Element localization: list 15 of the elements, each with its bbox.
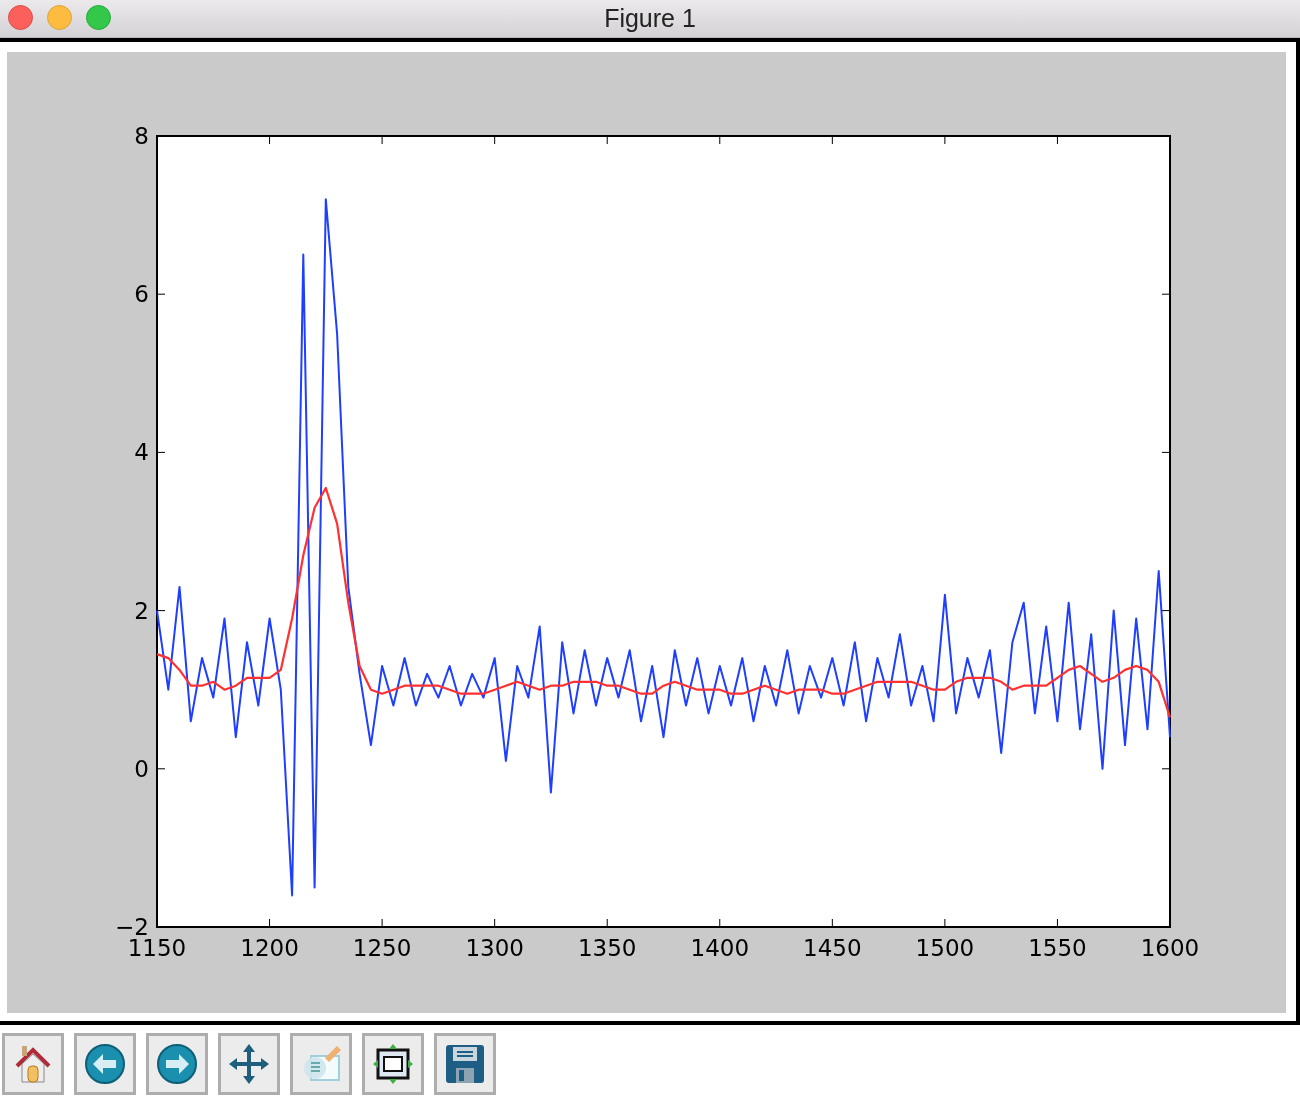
- tick-label: 1350: [577, 935, 637, 961]
- tick-label: 1400: [690, 935, 750, 961]
- tick-label: 8: [134, 123, 149, 149]
- tick-label: 1250: [352, 935, 412, 961]
- tick-label: 1550: [1028, 935, 1087, 961]
- tick-label: 6: [134, 281, 149, 308]
- tick-label: 0: [134, 755, 149, 782]
- tick-label: 4: [134, 439, 149, 466]
- tick-label: 1300: [465, 935, 524, 961]
- tick-label: 1600: [1140, 935, 1200, 961]
- tick-label: 1500: [915, 935, 975, 961]
- window-title: Figure 1: [604, 3, 696, 34]
- tick-label: 1200: [240, 935, 299, 961]
- tick-label: 1450: [803, 935, 862, 961]
- tick-label: 2: [134, 597, 149, 624]
